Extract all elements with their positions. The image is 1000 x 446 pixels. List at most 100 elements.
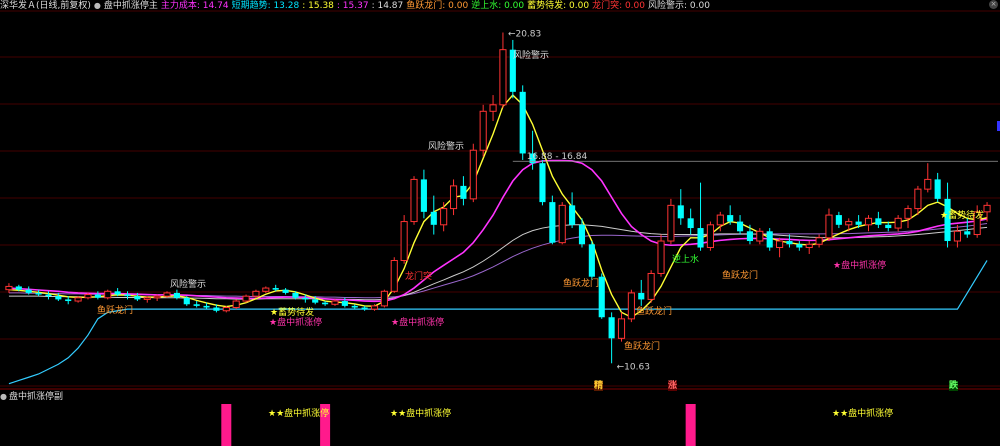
bottom-marker: 涨: [668, 381, 678, 391]
candle-body: [222, 307, 230, 312]
longmen-tu-label: 龙门突: [405, 272, 433, 282]
candle-body: [312, 299, 319, 303]
candle-body: [390, 259, 398, 292]
candle-body: [124, 294, 131, 297]
candle-body: [489, 104, 497, 112]
candle-body: [805, 243, 813, 249]
gear-icon[interactable]: ●: [0, 392, 7, 401]
candle-body: [400, 221, 408, 261]
candle-body: [203, 305, 210, 308]
yuyue-longmen-label: 鱼跃龙门: [624, 342, 661, 352]
candle-body: [499, 49, 507, 106]
candle-body: [134, 296, 141, 300]
candle-body: [875, 218, 882, 225]
candle-body: [370, 305, 379, 310]
candle-body: [410, 178, 418, 223]
risk-warning-label: 风险警示: [170, 280, 207, 290]
sub-signal-label: ★★盘中抓涨停: [390, 409, 452, 419]
candle-body: [983, 204, 991, 213]
sub-panel-title-text: 盘中抓涨停副: [8, 392, 63, 402]
candle-body: [578, 224, 586, 245]
candle-body: [786, 241, 793, 245]
candle-body: [292, 292, 299, 298]
candle-body: [934, 179, 941, 199]
ma-line-magenta: [8, 159, 988, 303]
candle-body: [440, 208, 448, 226]
candle-body: [213, 307, 220, 311]
xushi-daifa-label: ★蓄势待发: [940, 211, 985, 221]
candle-body: [845, 221, 853, 226]
candle-body: [460, 185, 467, 199]
candle-body: [361, 307, 368, 310]
yuyue-longmen-label: 鱼跃龙门: [97, 306, 134, 316]
candlestick-chart: ←20.83 ←10.63 16.88 - 16.84: [0, 10, 1000, 446]
candle-body: [924, 178, 932, 190]
candle-body: [322, 302, 329, 305]
candle-body: [232, 300, 240, 309]
candle-body: [706, 224, 714, 249]
candle-body: [558, 204, 566, 244]
candle-body: [55, 296, 62, 300]
candle-body: [193, 304, 200, 306]
candle-body: [647, 272, 655, 300]
candle-body: [114, 291, 121, 295]
candle-body: [331, 300, 339, 305]
yuyue-longmen-label: 鱼跃龙门: [636, 307, 673, 317]
candle-body: [272, 288, 279, 290]
candle-body: [855, 221, 862, 225]
candle-body: [380, 290, 388, 307]
moving-averages: [8, 94, 988, 319]
candle-body: [746, 231, 754, 242]
sub-signal-bar: [685, 404, 696, 446]
candle-body: [796, 244, 803, 248]
candle-body: [885, 224, 892, 229]
candle-body: [716, 214, 724, 226]
zhangting-label: ★盘中抓涨停: [269, 318, 323, 328]
candle-body: [953, 230, 961, 242]
candle-body: [163, 292, 171, 297]
candle-body: [598, 276, 605, 318]
candle-body: [45, 294, 52, 297]
nishang-shui-label: 逆上水: [672, 255, 700, 265]
candle-body: [519, 91, 526, 154]
sub-signal-label: ★★盘中抓涨停: [268, 409, 330, 419]
candle-body: [627, 292, 635, 320]
candle-body: [479, 110, 487, 151]
candle-body: [825, 214, 833, 239]
candle-body: [430, 211, 437, 225]
candle-body: [677, 205, 684, 219]
candle-body: [914, 188, 922, 210]
candle-body: [15, 286, 22, 290]
band-price-label: 16.88 - 16.84: [527, 152, 588, 162]
candle-body: [65, 299, 72, 302]
trend-line-cyan: [8, 260, 988, 385]
candle-body: [153, 295, 161, 299]
candle-body: [549, 202, 556, 243]
candle-body: [667, 204, 675, 242]
candle-body: [657, 240, 665, 274]
candle-body: [302, 297, 309, 300]
candle-body: [864, 217, 873, 226]
candle-body: [173, 292, 180, 298]
candle-body: [104, 290, 112, 299]
candle-body: [469, 149, 477, 200]
candle-body: [262, 287, 270, 292]
candle-body: [420, 179, 427, 212]
candle-body: [815, 237, 823, 245]
candle-body: [84, 294, 92, 299]
candle-body: [183, 297, 190, 305]
yuyue-longmen-label: 鱼跃龙门: [722, 271, 759, 281]
candle-body: [539, 163, 546, 203]
candle-body: [569, 205, 576, 225]
candle-body: [351, 305, 358, 308]
bottom-marker: 精: [594, 381, 604, 391]
candle-body: [727, 215, 734, 222]
candle-body: [756, 230, 764, 242]
zhangting-label: ★盘中抓涨停: [833, 261, 887, 271]
candle-body: [588, 244, 595, 277]
candle-body: [74, 297, 82, 302]
sub-panel-title: ● 盘中抓涨停副: [0, 391, 63, 403]
zhangting-label: ★盘中抓涨停: [391, 318, 445, 328]
candle-body: [252, 290, 260, 297]
candle-body: [25, 289, 32, 293]
